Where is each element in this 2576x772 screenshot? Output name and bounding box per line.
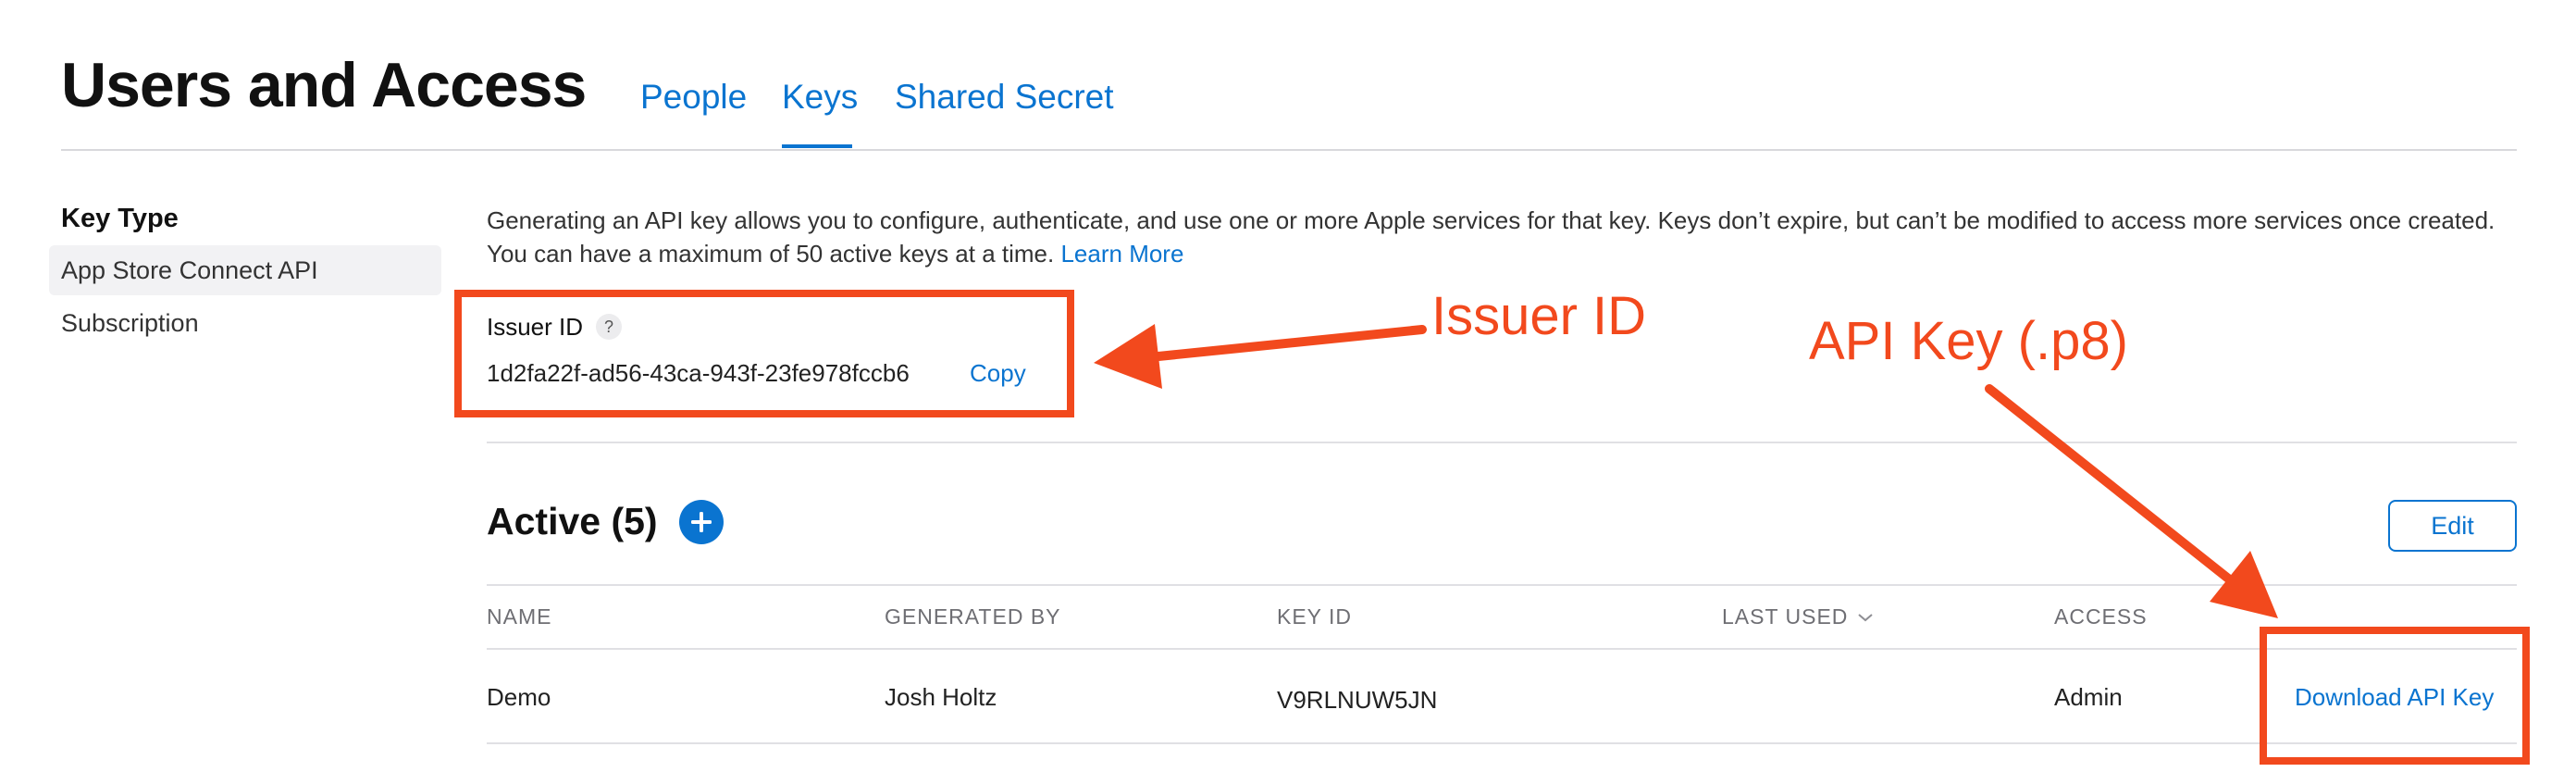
column-header-last-used-label: LAST USED — [1722, 604, 1849, 629]
description-text: Generating an API key allows you to conf… — [487, 206, 2496, 268]
cell-name: Demo — [487, 683, 551, 711]
issuer-id-highlight-box — [454, 290, 1074, 417]
sidebar-item-label: App Store Connect API — [61, 255, 318, 284]
header-row-divider — [487, 648, 2517, 650]
section-divider — [487, 442, 2517, 443]
issuer-arrow — [1094, 324, 1427, 389]
sidebar-item-subscription[interactable]: Subscription — [49, 298, 441, 348]
tab-shared-secret[interactable]: Shared Secret — [895, 80, 1114, 114]
active-tab-indicator — [782, 144, 852, 148]
plus-icon — [691, 512, 712, 532]
column-header-last-used[interactable]: LAST USED — [1722, 606, 1874, 628]
download-highlight-box — [2260, 627, 2530, 765]
users-and-access-page: Users and Access People Keys Shared Secr… — [0, 0, 2576, 772]
header-divider — [61, 149, 2517, 151]
column-header-name[interactable]: NAME — [487, 606, 551, 628]
cell-access: Admin — [2054, 683, 2123, 711]
column-header-key-id[interactable]: KEY ID — [1277, 606, 1352, 628]
tab-people[interactable]: People — [640, 80, 747, 114]
api-key-annotation: API Key (.p8) — [1809, 311, 2128, 371]
learn-more-link[interactable]: Learn More — [1060, 240, 1183, 268]
keys-description: Generating an API key allows you to conf… — [487, 204, 2522, 270]
cell-generated-by: Josh Holtz — [885, 683, 997, 711]
column-header-generated-by[interactable]: GENERATED BY — [885, 606, 1061, 628]
issuer-id-annotation: Issuer ID — [1431, 286, 1647, 346]
active-keys-title: Active (5) — [487, 500, 658, 542]
sidebar-item-app-store-connect-api[interactable]: App Store Connect API — [49, 245, 441, 295]
page-title: Users and Access — [61, 50, 587, 120]
sidebar-title: Key Type — [61, 204, 179, 233]
add-key-button[interactable] — [679, 500, 724, 544]
column-header-access[interactable]: ACCESS — [2054, 606, 2148, 628]
edit-button[interactable]: Edit — [2388, 500, 2517, 552]
sidebar-item-label: Subscription — [61, 308, 199, 337]
chevron-down-icon — [1858, 613, 1874, 621]
tab-keys[interactable]: Keys — [782, 80, 858, 114]
cell-key-id: V9RLNUW5JN — [1277, 686, 1438, 714]
table-top-divider — [487, 584, 2517, 586]
row-divider — [487, 742, 2517, 744]
